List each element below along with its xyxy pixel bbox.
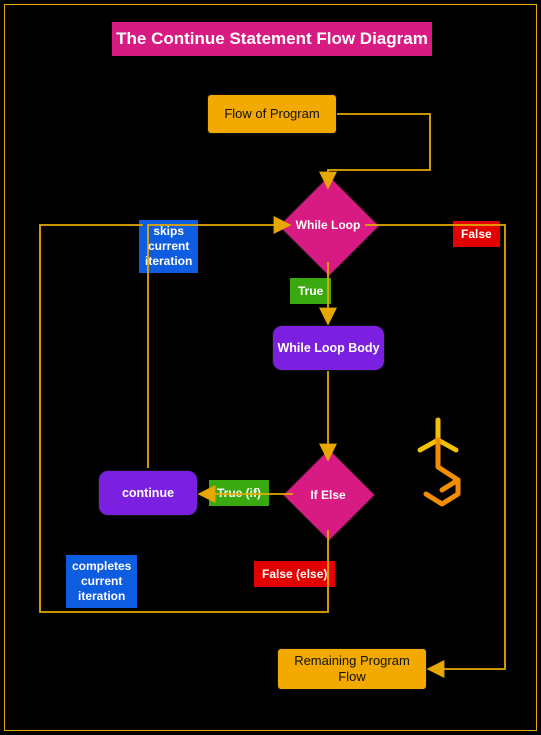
edge-label-true-if: True (if) <box>209 480 269 506</box>
edge-label-true: True <box>290 278 331 304</box>
node-remaining-flow: Remaining Program Flow <box>277 648 427 690</box>
diagram-title: The Continue Statement Flow Diagram <box>112 22 432 56</box>
annotation-skips: skips current iteration <box>139 220 198 273</box>
logo-icon <box>398 412 478 512</box>
node-if-else-label: If Else <box>283 488 373 502</box>
node-while-loop-body: While Loop Body <box>272 325 385 371</box>
edge-label-false: False <box>453 221 500 247</box>
node-continue: continue <box>98 470 198 516</box>
annotation-completes: completes current iteration <box>66 555 137 608</box>
edge-label-false-else: False (else) <box>254 561 335 587</box>
node-while-loop-label: While Loop <box>283 218 373 232</box>
node-flow-of-program: Flow of Program <box>207 94 337 134</box>
